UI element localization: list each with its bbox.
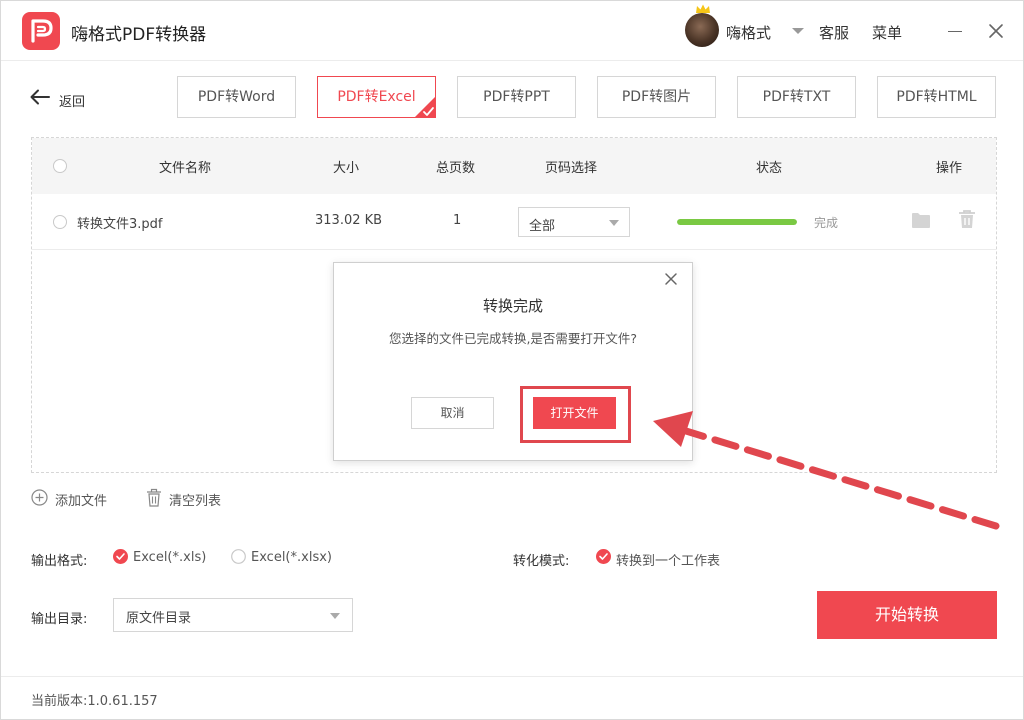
vip-crown-icon [696,4,710,13]
checked-circle-icon [596,549,611,564]
app-title: 嗨格式PDF转换器 [71,25,207,45]
clear-list-label: 清空列表 [169,494,222,509]
title-bar: 嗨格式PDF转换器 嗨格式 客服 菜单 [1,1,1023,61]
menu-button[interactable]: 菜单 [872,22,902,43]
add-file-label: 添加文件 [55,494,108,509]
progress-fill [677,219,797,225]
close-icon[interactable] [987,22,1005,40]
caret-down-icon [330,613,340,619]
tab-pdf-to-ppt[interactable]: PDF转PPT [457,76,576,118]
app-window: 嗨格式PDF转换器 嗨格式 客服 菜单 返回 PDF转Word PDF转Exce… [0,0,1024,720]
convert-mode-value: 转换到一个工作表 [616,554,721,569]
arrow-left-icon [30,89,50,105]
conversion-complete-dialog: 转换完成 您选择的文件已完成转换,是否需要打开文件? 取消 打开文件 [333,262,693,461]
check-corner-icon [414,96,436,118]
table-row[interactable]: 转换文件3.pdf 313.02 KB 1 全部 完成 [32,194,996,250]
output-dir-select[interactable]: 原文件目录 [113,598,353,632]
dialog-close-icon[interactable] [663,271,679,287]
progress-bar [677,219,797,225]
dialog-message: 您选择的文件已完成转换,是否需要打开文件? [388,331,638,346]
back-label: 返回 [59,95,86,110]
output-format-label: 输出格式: [31,554,88,569]
caret-down-icon [609,220,619,226]
header-pages: 总页数 [436,161,476,176]
convert-mode-label: 转化模式: [513,554,570,569]
cancel-button[interactable]: 取消 [411,397,494,429]
minimize-icon[interactable] [948,31,962,32]
dialog-title: 转换完成 [482,297,543,315]
folder-icon[interactable] [911,211,931,229]
tab-pdf-to-txt[interactable]: PDF转TXT [737,76,856,118]
checked-circle-icon [113,549,128,564]
back-button[interactable]: 返回 [30,87,100,111]
tab-label: PDF转Excel [337,89,416,105]
support-button[interactable]: 客服 [819,22,849,43]
select-all-radio[interactable] [53,159,67,173]
arrow-annotation-icon [653,411,1000,530]
format-xls-label: Excel(*.xls) [133,550,207,565]
file-size: 313.02 KB [315,213,383,228]
header-status: 状态 [756,161,783,176]
user-avatar[interactable] [685,13,719,47]
header-actions: 操作 [936,161,963,176]
page-select-dropdown[interactable]: 全部 [518,207,630,237]
chevron-down-icon[interactable] [792,28,804,34]
header-size: 大小 [333,161,360,176]
table-header: 文件名称 大小 总页数 页码选择 状态 操作 [32,138,996,194]
header-file-name: 文件名称 [159,161,212,176]
version-text: 当前版本:1.0.61.157 [31,694,158,709]
tab-pdf-to-image[interactable]: PDF转图片 [597,76,716,118]
output-dir-label: 输出目录: [31,612,88,627]
start-convert-button[interactable]: 开始转换 [817,591,997,639]
file-pages: 1 [453,213,462,228]
file-name: 转换文件3.pdf [77,217,163,232]
page-select-value: 全部 [529,219,556,234]
footer: 当前版本:1.0.61.157 [1,676,1023,719]
status-text: 完成 [814,216,839,230]
tab-pdf-to-html[interactable]: PDF转HTML [877,76,996,118]
row-select-radio[interactable] [53,215,67,229]
highlight-annotation [520,386,631,443]
plus-circle-icon [31,489,48,506]
trash-outline-icon [147,488,161,507]
output-dir-value: 原文件目录 [126,611,192,626]
trash-icon[interactable] [958,209,976,229]
app-logo-icon [22,12,60,50]
tab-pdf-to-word[interactable]: PDF转Word [177,76,296,118]
header-page-select: 页码选择 [545,161,598,176]
radio-empty-icon [231,549,246,564]
tab-pdf-to-excel[interactable]: PDF转Excel [317,76,436,118]
user-name[interactable]: 嗨格式 [726,22,771,43]
format-xlsx-label: Excel(*.xlsx) [251,550,332,565]
